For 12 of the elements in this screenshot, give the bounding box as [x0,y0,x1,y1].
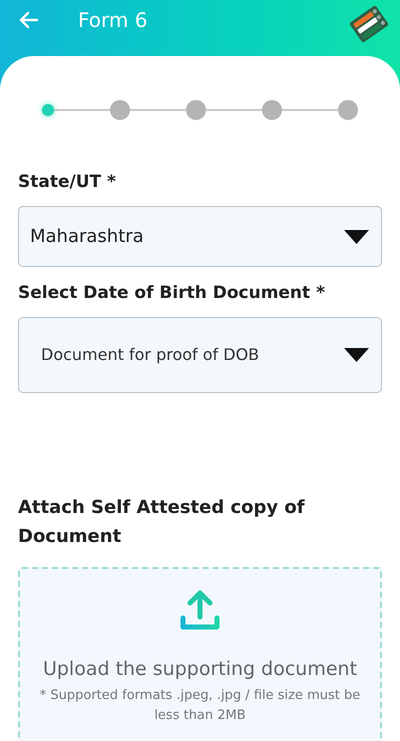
page-title: Form 6 [78,7,148,34]
attach-label: Attach Self Attested copy of Document [18,496,306,549]
dropdown-caret-icon [344,348,369,362]
dropdown-caret-icon [344,230,369,244]
field-label: State/UT * [18,171,117,194]
upload-area[interactable]: Upload the supporting document * Supported formats .jpeg, .jpg / file size must be less than 2MB [18,567,382,741]
upload-note: * Supported formats .jpeg, .jpg / file size must be less than 2MB [38,686,362,724]
dropdown-field[interactable]: Document for proof of DOB [18,317,382,393]
back-arrow-icon [18,11,38,29]
dropdown-field[interactable]: Maharashtra [18,206,382,267]
upload-prompt: Upload the supporting document [42,657,358,682]
field-label: Select Date of Birth Document * [18,282,326,305]
